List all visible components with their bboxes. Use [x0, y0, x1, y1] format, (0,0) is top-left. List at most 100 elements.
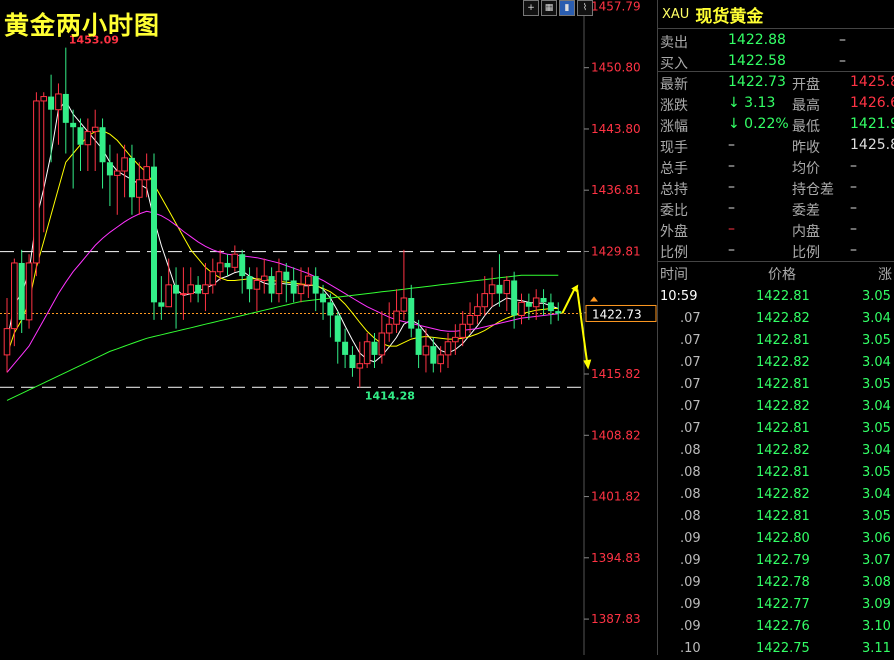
quote-value: ↓ 0.22% — [728, 116, 789, 132]
tick-time: .08 — [680, 465, 701, 480]
quote-label: 涨幅 — [660, 119, 688, 135]
tick-change: 3.11 — [862, 641, 891, 656]
candle-body — [312, 276, 319, 294]
quote-label: 卖出 — [660, 35, 688, 51]
quote-label: 外盘 — [660, 224, 688, 240]
candle-body — [113, 170, 121, 176]
tick-change: 3.09 — [862, 597, 891, 612]
tick-time: .08 — [680, 487, 701, 502]
quote-label: 持仓差 — [792, 182, 834, 198]
tick-change: 3.06 — [862, 531, 891, 546]
quote-row: 总持 – 持仓差 – — [658, 177, 894, 198]
tick-row[interactable]: .07 1422.82 3.04 — [658, 308, 894, 330]
candle-body — [518, 301, 525, 316]
quote-row: 最新 1422.73 开盘 1425.8 — [658, 72, 894, 93]
quote-value: – — [850, 221, 857, 237]
candle-body — [496, 284, 503, 294]
symbol-code: XAU — [662, 6, 690, 22]
candle-body — [297, 284, 305, 295]
tick-row[interactable]: .07 1422.81 3.05 — [658, 330, 894, 352]
tick-row[interactable]: .09 1422.78 3.08 — [658, 572, 894, 594]
tick-time: .07 — [680, 377, 701, 392]
candle-body — [253, 279, 261, 290]
candle-body — [503, 279, 511, 295]
candle-body — [216, 262, 224, 273]
quote-value: 1425.8 — [850, 74, 894, 90]
ticks-header-time: 时间 — [660, 267, 688, 283]
tick-row[interactable]: .07 1422.81 3.05 — [658, 374, 894, 396]
extreme-price-label: 1414.28 — [365, 389, 415, 402]
tick-change: 3.04 — [862, 355, 891, 370]
tick-change: 3.07 — [862, 553, 891, 568]
line-mode-icon[interactable]: ⌇ — [577, 0, 593, 16]
tick-row[interactable]: 10:59 1422.81 3.05 — [658, 286, 894, 308]
candle-mode-icon[interactable]: ▮ — [559, 0, 575, 16]
y-tick-label: 1429.81 — [591, 244, 641, 258]
candle-body — [356, 363, 364, 369]
quote-label: 比例 — [660, 245, 688, 261]
candle-body — [77, 127, 84, 145]
candle-body — [422, 345, 430, 356]
candle-body — [334, 315, 341, 342]
quote-value: 1425.8 — [850, 137, 894, 153]
tick-change: 3.05 — [862, 465, 891, 480]
candlestick-chart[interactable]: 1457.79 1450.80 1443.80 1436.81 1429.81 1422.… — [0, 0, 657, 655]
tick-time: .10 — [680, 641, 701, 656]
y-tick-label: 1387.83 — [591, 612, 641, 626]
candle-body — [540, 297, 547, 303]
tick-price: 1422.81 — [756, 509, 810, 524]
candle-body — [91, 126, 99, 133]
ticks-header: 时间 价格 涨 — [658, 262, 894, 284]
candle-body — [481, 293, 489, 308]
tick-row[interactable]: .08 1422.81 3.05 — [658, 462, 894, 484]
y-tick-label: 1415.82 — [591, 367, 641, 381]
tick-row[interactable]: .10 1422.75 3.11 — [658, 638, 894, 660]
quote-label: 总持 — [660, 182, 688, 198]
tick-row[interactable]: .09 1422.80 3.06 — [658, 528, 894, 550]
tick-row[interactable]: .09 1422.77 3.09 — [658, 594, 894, 616]
y-tick-label: 1401.82 — [591, 490, 641, 504]
candle-body — [246, 276, 253, 290]
quote-value: – — [728, 221, 735, 237]
quote-value: – — [850, 179, 857, 195]
candle-body — [121, 157, 128, 172]
tick-price: 1422.81 — [756, 421, 810, 436]
quote-label: 现手 — [660, 140, 688, 156]
candle-body — [378, 332, 386, 356]
chart-area[interactable]: 1457.79 1450.80 1443.80 1436.81 1429.81 1422.… — [0, 0, 657, 655]
candle-body — [327, 302, 334, 316]
tick-time: .09 — [680, 619, 701, 634]
moving-average-line — [6, 130, 559, 356]
quote-value: – — [850, 158, 857, 174]
candle-body — [11, 262, 18, 330]
quote-label: 昨收 — [792, 140, 820, 156]
tick-price: 1422.81 — [756, 377, 810, 392]
quote-value: – — [839, 32, 846, 48]
tick-row[interactable]: .07 1422.82 3.04 — [658, 396, 894, 418]
quote-value: ↓ 3.13 — [728, 95, 776, 111]
tick-change: 3.04 — [862, 487, 891, 502]
y-tick-label: 1457.79 — [591, 0, 641, 13]
candle-body — [268, 276, 275, 294]
quote-row: 现手 – 昨收 1425.8 — [658, 135, 894, 156]
candle-body — [231, 253, 239, 268]
tick-row[interactable]: .08 1422.81 3.05 — [658, 506, 894, 528]
y-tick-label: 1408.82 — [591, 428, 641, 442]
tick-price: 1422.80 — [756, 531, 810, 546]
tick-row[interactable]: .07 1422.82 3.04 — [658, 352, 894, 374]
tick-time: .07 — [680, 399, 701, 414]
tick-price: 1422.82 — [756, 355, 810, 370]
grid-icon[interactable]: ▦ — [541, 0, 557, 16]
candle-body — [3, 328, 11, 356]
candle-body — [158, 302, 165, 307]
tick-row[interactable]: .09 1422.76 3.10 — [658, 616, 894, 638]
quote-value: – — [850, 242, 857, 258]
tick-row[interactable]: .08 1422.82 3.04 — [658, 484, 894, 506]
tick-row[interactable]: .07 1422.81 3.05 — [658, 418, 894, 440]
candle-body — [48, 96, 55, 110]
tick-row[interactable]: .09 1422.79 3.07 — [658, 550, 894, 572]
quote-label: 内盘 — [792, 224, 820, 240]
crosshair-icon[interactable]: + — [523, 0, 539, 16]
forecast-up-arrow — [561, 289, 576, 314]
tick-row[interactable]: .08 1422.82 3.04 — [658, 440, 894, 462]
